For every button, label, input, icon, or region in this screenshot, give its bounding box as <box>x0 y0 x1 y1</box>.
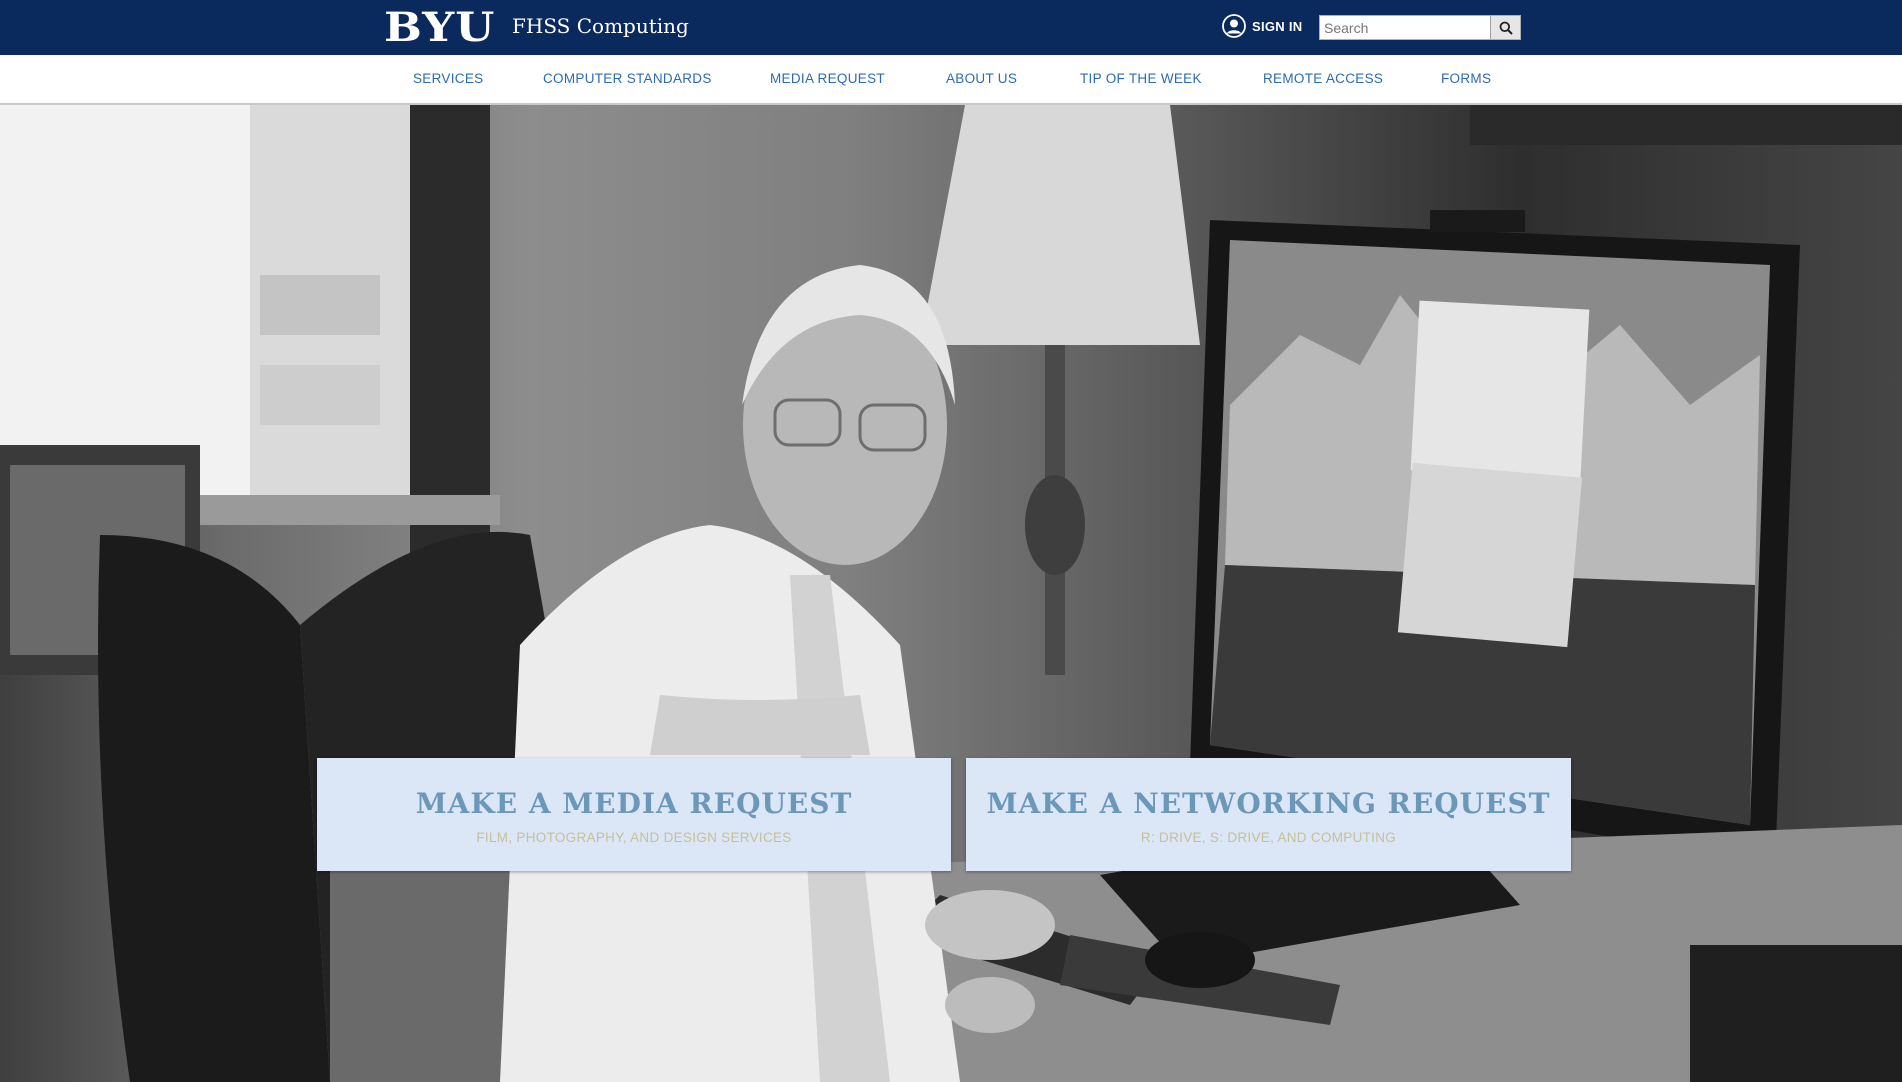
search-box <box>1319 15 1521 40</box>
search-button[interactable] <box>1490 16 1520 39</box>
media-request-card[interactable]: MAKE A MEDIA REQUEST FILM, PHOTOGRAPHY, … <box>317 758 951 871</box>
nav-media-request[interactable]: MEDIA REQUEST <box>770 71 885 86</box>
site-title[interactable]: FHSS Computing <box>512 14 689 38</box>
nav-tip-of-the-week[interactable]: TIP OF THE WEEK <box>1080 71 1202 86</box>
media-request-subtitle: FILM, PHOTOGRAPHY, AND DESIGN SERVICES <box>476 830 792 845</box>
user-circle-icon <box>1222 14 1246 38</box>
main-nav: SERVICES COMPUTER STANDARDS MEDIA REQUES… <box>0 55 1902 105</box>
hero-banner: MAKE A MEDIA REQUEST FILM, PHOTOGRAPHY, … <box>0 105 1902 1082</box>
sign-in-button[interactable]: SIGN IN <box>1222 13 1303 39</box>
networking-request-subtitle: R: DRIVE, S: DRIVE, AND COMPUTING <box>1140 830 1397 845</box>
hero-photo <box>0 105 1902 1082</box>
nav-forms[interactable]: FORMS <box>1441 71 1491 86</box>
media-request-title: MAKE A MEDIA REQUEST <box>415 787 853 820</box>
top-header: BYU FHSS Computing SIGN IN <box>0 0 1902 55</box>
nav-about-us[interactable]: ABOUT US <box>946 71 1017 86</box>
byu-logo[interactable]: BYU <box>384 6 495 50</box>
nav-computer-standards[interactable]: COMPUTER STANDARDS <box>543 71 712 86</box>
networking-request-card[interactable]: MAKE A NETWORKING REQUEST R: DRIVE, S: D… <box>966 758 1571 871</box>
nav-services[interactable]: SERVICES <box>413 71 483 86</box>
sign-in-label: SIGN IN <box>1252 18 1303 34</box>
nav-remote-access[interactable]: REMOTE ACCESS <box>1263 71 1383 86</box>
networking-request-title: MAKE A NETWORKING REQUEST <box>986 787 1551 820</box>
magnifier-icon <box>1499 21 1513 35</box>
search-input[interactable] <box>1320 16 1490 39</box>
